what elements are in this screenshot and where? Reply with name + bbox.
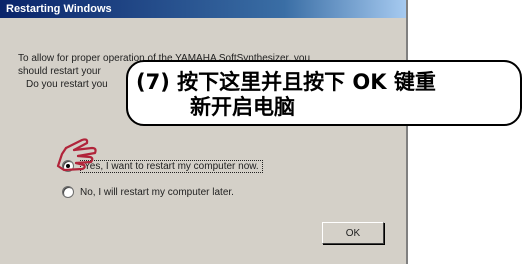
restart-dialog: Restarting Windows To allow for proper o… [0,0,408,264]
ok-button[interactable]: OK [322,222,384,244]
radio-restart-later[interactable]: No, I will restart my computer later. [62,184,234,200]
radio-label[interactable]: No, I will restart my computer later. [80,187,234,198]
dialog-title: Restarting Windows [0,0,406,18]
pointing-hand-icon [56,138,97,172]
callout-line-1: (7) 按下这里并且按下 OK 键重 [136,70,436,94]
callout-text: (7) 按下这里并且按下 OK 键重 新开启电脑 [136,70,516,120]
radio-button[interactable] [62,186,74,198]
callout-line-2: 新开启电脑 [190,95,295,119]
